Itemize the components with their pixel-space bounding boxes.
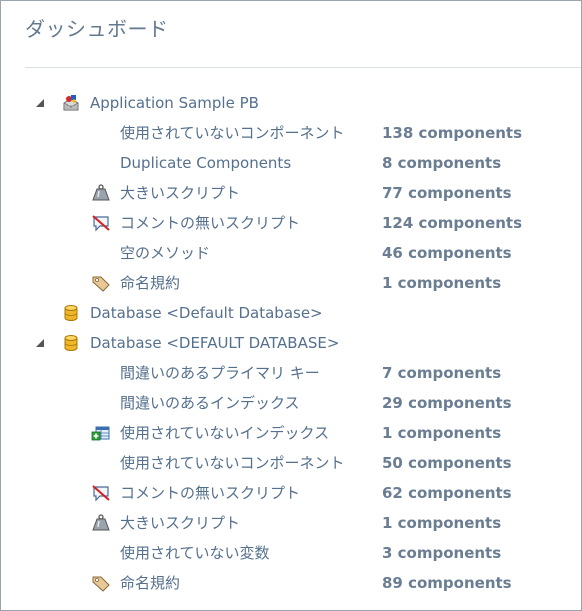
tree-item[interactable]: Duplicate Components 8 components xyxy=(1,148,581,178)
component-count: 50 components xyxy=(382,454,512,472)
tree-item-label: 使用されていないインデックス xyxy=(120,424,330,442)
tag-icon xyxy=(91,574,111,592)
table-add-icon xyxy=(91,424,111,442)
tree-item[interactable]: 間違いのあるインデックス 29 components xyxy=(1,388,581,418)
no-comment-icon xyxy=(91,214,111,232)
tree-item[interactable]: 使用されていない変数 3 components xyxy=(1,538,581,568)
tree-item-label: 間違いのあるプライマリ キー xyxy=(120,364,320,382)
tag-icon xyxy=(91,274,111,292)
page-title: ダッシュボード xyxy=(25,17,169,41)
tree-item-label: 間違いのあるインデックス xyxy=(120,394,300,412)
dashboard-panel: ダッシュボード Application Sample PB 使用されていないコン… xyxy=(0,0,582,611)
tree-item[interactable]: 使用されていないコンポーネント 50 components xyxy=(1,448,581,478)
tree-item-label: 使用されていないコンポーネント xyxy=(120,454,345,472)
database-node-label: Database <DEFAULT DATABASE> xyxy=(90,334,340,352)
expand-arrow-icon[interactable] xyxy=(34,337,46,349)
tree-node-database[interactable]: Database <DEFAULT DATABASE> xyxy=(1,328,581,358)
dashboard-tree: Application Sample PB 使用されていないコンポーネント 13… xyxy=(1,88,581,598)
no-comment-icon xyxy=(91,484,111,502)
tree-item-label: 命名規約 xyxy=(120,574,181,592)
tree-item[interactable]: コメントの無いスクリプト 124 components xyxy=(1,208,581,238)
tree-item-label: 大きいスクリプト xyxy=(120,514,241,532)
tree-item-label: 使用されていない変数 xyxy=(120,544,270,562)
database-icon xyxy=(61,334,81,352)
component-count: 29 components xyxy=(382,394,512,412)
header-divider xyxy=(25,67,581,68)
component-count: 46 components xyxy=(382,244,512,262)
tree-item[interactable]: 大きいスクリプト 77 components xyxy=(1,178,581,208)
component-count: 124 components xyxy=(382,214,523,232)
tree-item[interactable]: 使用されていないコンポーネント 138 components xyxy=(1,118,581,148)
application-icon xyxy=(61,94,81,112)
tree-item[interactable]: 大きいスクリプト 1 components xyxy=(1,508,581,538)
tree-node-application[interactable]: Application Sample PB xyxy=(1,88,581,118)
tree-item-label: 大きいスクリプト xyxy=(120,184,241,202)
expand-arrow-icon[interactable] xyxy=(34,97,46,109)
tree-item[interactable]: 空のメソッド 46 components xyxy=(1,238,581,268)
component-count: 1 components xyxy=(382,514,502,532)
component-count: 7 components xyxy=(382,364,502,382)
weight-icon xyxy=(91,514,111,532)
component-count: 77 components xyxy=(382,184,512,202)
tree-item-label: コメントの無いスクリプト xyxy=(120,214,301,232)
tree-item[interactable]: 命名規約 1 components xyxy=(1,268,581,298)
component-count: 138 components xyxy=(382,124,523,142)
database-node-label: Database <Default Database> xyxy=(90,304,323,322)
component-count: 1 components xyxy=(382,274,502,292)
application-node-label: Application Sample PB xyxy=(90,94,259,112)
tree-item[interactable]: 命名規約 89 components xyxy=(1,568,581,598)
component-count: 89 components xyxy=(382,574,512,592)
component-count: 62 components xyxy=(382,484,512,502)
database-icon xyxy=(61,304,81,322)
tree-item-label: コメントの無いスクリプト xyxy=(120,484,301,502)
tree-item-label: Duplicate Components xyxy=(120,154,292,172)
tree-item-label: 空のメソッド xyxy=(120,244,211,262)
weight-icon xyxy=(91,184,111,202)
tree-item[interactable]: コメントの無いスクリプト 62 components xyxy=(1,478,581,508)
tree-node-database[interactable]: Database <Default Database> xyxy=(1,298,581,328)
tree-item[interactable]: 使用されていないインデックス 1 components xyxy=(1,418,581,448)
component-count: 8 components xyxy=(382,154,502,172)
component-count: 3 components xyxy=(382,544,502,562)
tree-item-label: 使用されていないコンポーネント xyxy=(120,124,345,142)
tree-item[interactable]: 間違いのあるプライマリ キー 7 components xyxy=(1,358,581,388)
tree-item-label: 命名規約 xyxy=(120,274,181,292)
component-count: 1 components xyxy=(382,424,502,442)
